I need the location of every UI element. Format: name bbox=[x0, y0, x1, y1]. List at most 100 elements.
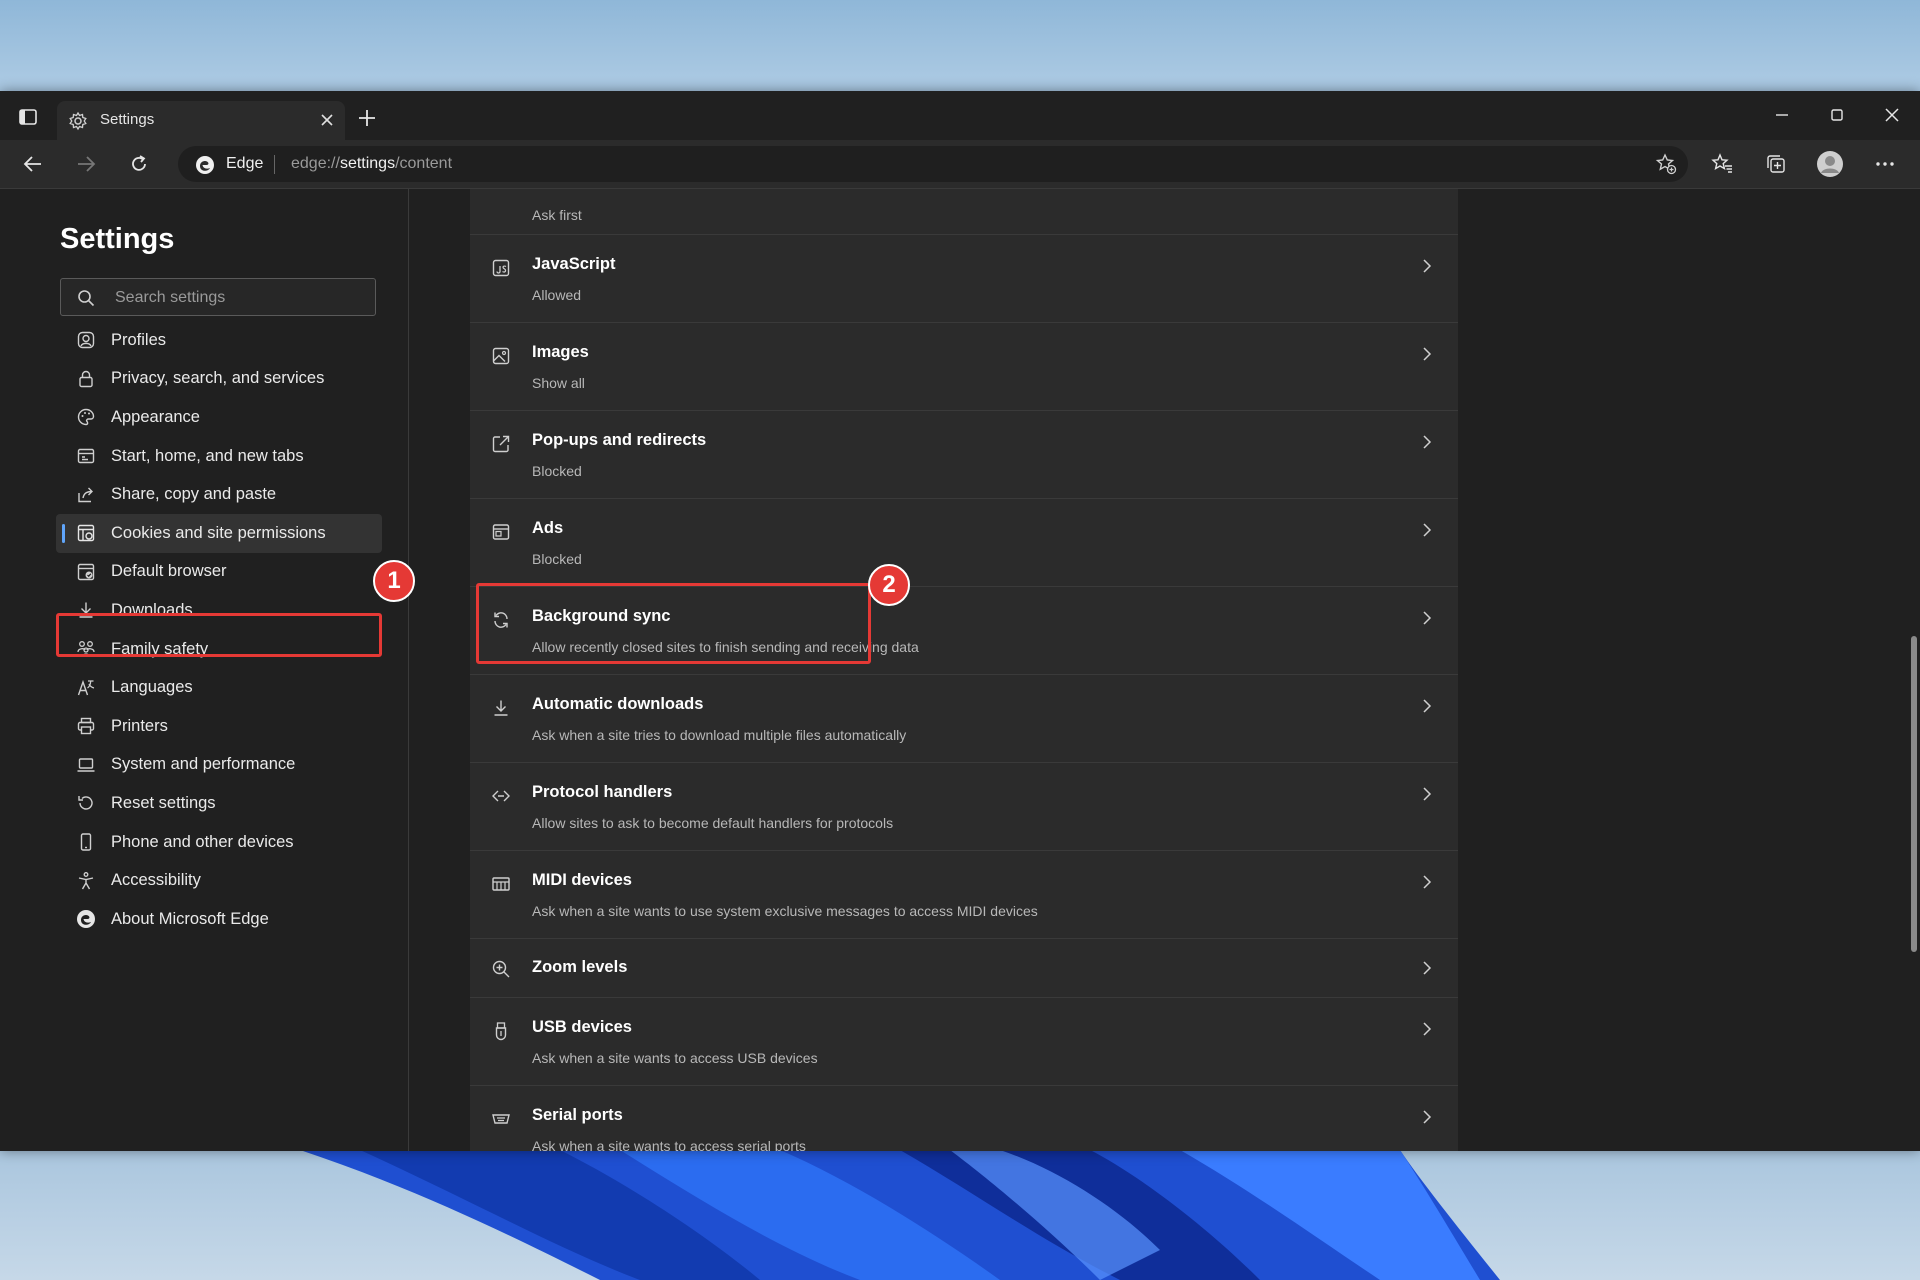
search-icon bbox=[77, 289, 95, 307]
sidebar-item-default-browser[interactable]: Default browser bbox=[56, 553, 382, 592]
sidebar-item-system[interactable]: System and performance bbox=[56, 746, 382, 785]
chevron-right-icon bbox=[1423, 1110, 1432, 1124]
plus-icon bbox=[359, 110, 375, 126]
minimize-button[interactable] bbox=[1762, 99, 1802, 131]
more-menu-button[interactable] bbox=[1869, 148, 1901, 180]
back-button[interactable] bbox=[17, 148, 49, 180]
maximize-button[interactable] bbox=[1817, 99, 1857, 131]
sidebar-item-phone[interactable]: Phone and other devices bbox=[56, 823, 382, 862]
search-placeholder: Search settings bbox=[115, 289, 226, 306]
search-input[interactable]: Search settings bbox=[60, 278, 376, 316]
sidebar-item-cookies[interactable]: Cookies and site permissions bbox=[56, 513, 382, 553]
list-item-zoom-levels[interactable]: Zoom levels bbox=[470, 939, 1458, 998]
list-item-automatic-downloads[interactable]: Automatic downloads Ask when a site trie… bbox=[470, 675, 1458, 763]
sidebar-item-label: Profiles bbox=[111, 330, 167, 349]
close-tab-icon[interactable] bbox=[317, 110, 337, 130]
refresh-button[interactable] bbox=[123, 148, 155, 180]
sidebar-item-start-home[interactable]: Start, home, and new tabs bbox=[56, 437, 382, 476]
row-title: Pop-ups and redirects bbox=[532, 431, 707, 449]
title-bar: Settings bbox=[0, 91, 1920, 140]
sidebar-item-label: Reset settings bbox=[111, 793, 216, 812]
row-title: Protocol handlers bbox=[532, 783, 673, 801]
row-subtitle: Allow sites to ask to become default han… bbox=[532, 815, 894, 831]
row-title: JavaScript bbox=[532, 255, 616, 273]
sidebar-item-label: Default browser bbox=[111, 562, 227, 581]
new-tab-button[interactable] bbox=[354, 105, 380, 131]
tab-actions-icon bbox=[19, 109, 37, 125]
list-item-popups[interactable]: Pop-ups and redirects Blocked bbox=[470, 411, 1458, 499]
tab-settings[interactable]: Settings bbox=[57, 101, 345, 140]
profile-button[interactable] bbox=[1814, 148, 1846, 180]
tab-actions-button[interactable] bbox=[14, 105, 42, 129]
forward-button[interactable] bbox=[70, 148, 102, 180]
settings-sidebar: Settings Search settings Profiles Privac… bbox=[0, 189, 409, 1151]
row-title: Zoom levels bbox=[532, 958, 628, 976]
chevron-right-icon bbox=[1423, 611, 1432, 625]
sidebar-item-accessibility[interactable]: Accessibility bbox=[56, 861, 382, 900]
protocol-icon bbox=[490, 785, 512, 807]
row-subtitle: Ask when a site tries to download multip… bbox=[532, 727, 907, 743]
popup-icon bbox=[490, 433, 512, 455]
edge-logo-icon bbox=[195, 155, 215, 175]
desktop-wallpaper bbox=[0, 1150, 1920, 1280]
sidebar-item-privacy[interactable]: Privacy, search, and services bbox=[56, 360, 382, 399]
sidebar-item-label: About Microsoft Edge bbox=[111, 909, 269, 928]
sidebar-item-label: Printers bbox=[111, 716, 168, 735]
url-text[interactable]: edge://settings/content bbox=[291, 155, 452, 173]
row-title: Automatic downloads bbox=[532, 695, 704, 713]
list-item-images[interactable]: Images Show all bbox=[470, 323, 1458, 411]
midi-icon bbox=[490, 873, 512, 895]
sidebar-item-profiles[interactable]: Profiles bbox=[56, 321, 382, 360]
sidebar-item-appearance[interactable]: Appearance bbox=[56, 398, 382, 437]
row-title: Serial ports bbox=[532, 1106, 623, 1124]
step-badge-1: 1 bbox=[373, 560, 415, 602]
printer-icon bbox=[76, 716, 96, 736]
close-window-button[interactable] bbox=[1872, 99, 1912, 131]
chevron-right-icon bbox=[1423, 435, 1432, 449]
refresh-icon bbox=[132, 155, 146, 171]
list-item-javascript[interactable]: JavaScript Allowed bbox=[470, 235, 1458, 323]
chevron-right-icon bbox=[1423, 961, 1432, 975]
list-item-protocol-handlers[interactable]: Protocol handlers Allow sites to ask to … bbox=[470, 763, 1458, 851]
share-icon bbox=[76, 485, 96, 505]
back-arrow-icon bbox=[23, 156, 41, 172]
browser-window: Settings Edge edge://settings/content Se… bbox=[0, 91, 1920, 1151]
palette-icon bbox=[76, 407, 96, 427]
site-label: Edge bbox=[226, 155, 264, 172]
chevron-right-icon bbox=[1423, 787, 1432, 801]
avatar-icon bbox=[1817, 151, 1843, 177]
close-icon bbox=[1885, 108, 1899, 122]
cookies-icon bbox=[76, 523, 96, 543]
list-item-ads[interactable]: Ads Blocked bbox=[470, 499, 1458, 587]
row-title: Images bbox=[532, 343, 589, 361]
address-bar[interactable]: Edge edge://settings/content bbox=[178, 146, 1688, 182]
sidebar-item-about[interactable]: About Microsoft Edge bbox=[56, 900, 382, 939]
address-divider bbox=[274, 155, 275, 174]
list-item-ask-first[interactable]: Ask first bbox=[470, 189, 1458, 235]
sidebar-item-reset[interactable]: Reset settings bbox=[56, 784, 382, 823]
highlight-box-ads bbox=[476, 583, 871, 664]
content-scrollbar[interactable] bbox=[1911, 636, 1917, 952]
sidebar-item-printers[interactable]: Printers bbox=[56, 707, 382, 746]
list-item-serial-ports[interactable]: Serial ports Ask when a site wants to ac… bbox=[470, 1086, 1458, 1151]
sidebar-item-label: Start, home, and new tabs bbox=[111, 446, 304, 465]
sidebar-item-languages[interactable]: Languages bbox=[56, 668, 382, 707]
settings-content: Ask first JavaScript Allowed Images Show… bbox=[409, 189, 1920, 1151]
favorites-button[interactable] bbox=[1706, 148, 1738, 180]
profile-icon bbox=[76, 330, 96, 350]
add-favorite-button[interactable] bbox=[1654, 152, 1678, 176]
edge-logo-icon bbox=[76, 909, 96, 929]
accessibility-icon bbox=[76, 871, 96, 891]
languages-icon bbox=[76, 678, 96, 698]
sidebar-item-share[interactable]: Share, copy and paste bbox=[56, 475, 382, 514]
gear-icon bbox=[68, 111, 88, 131]
sidebar-item-label: Appearance bbox=[111, 407, 200, 426]
sidebar-item-label: Phone and other devices bbox=[111, 832, 294, 851]
collections-button[interactable] bbox=[1760, 148, 1792, 180]
list-item-usb-devices[interactable]: USB devices Ask when a site wants to acc… bbox=[470, 998, 1458, 1086]
row-title: Ads bbox=[532, 519, 564, 537]
row-subtitle: Ask when a site wants to access USB devi… bbox=[532, 1050, 818, 1066]
row-title: MIDI devices bbox=[532, 871, 632, 889]
laptop-icon bbox=[76, 755, 96, 775]
list-item-midi-devices[interactable]: MIDI devices Ask when a site wants to us… bbox=[470, 851, 1458, 939]
